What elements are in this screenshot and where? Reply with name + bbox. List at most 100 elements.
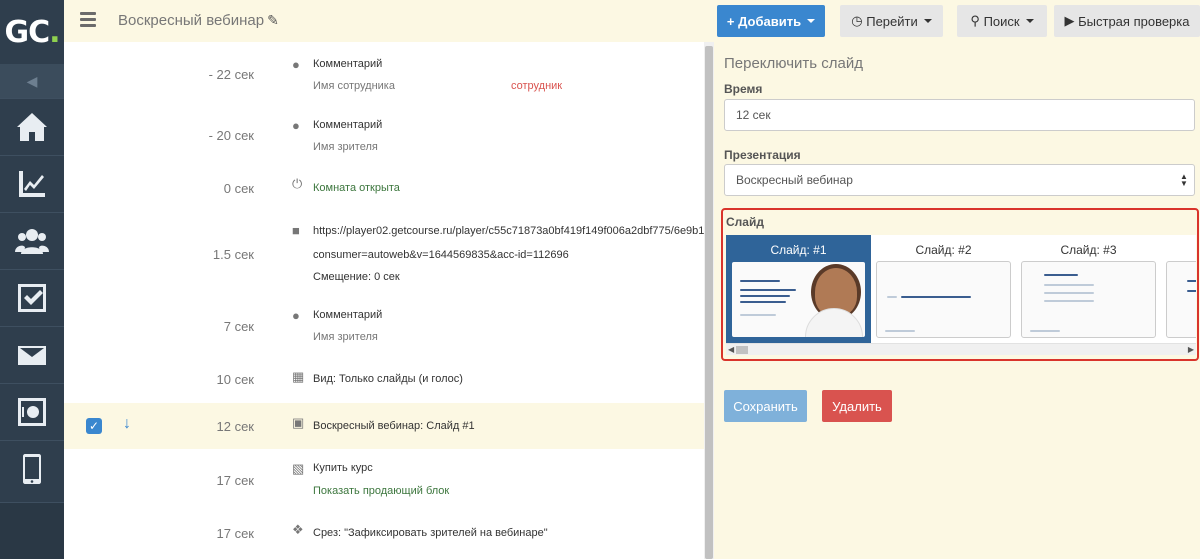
sidebar-item-mobile[interactable] xyxy=(0,440,64,497)
event-row[interactable]: - 20 сек ● Комментарий Имя зрителя xyxy=(64,104,704,166)
event-title: Воскресный вебинар: Слайд #1 xyxy=(313,420,475,432)
slide-name: Слайд: #2 xyxy=(915,243,972,257)
slide-thumbnail xyxy=(1021,261,1156,338)
sidebar-item-stats[interactable] xyxy=(0,155,64,212)
presentation-select[interactable]: Воскресный вебинар ▲ ▼ xyxy=(724,164,1195,196)
slide-strip-scrollbar-thumb[interactable] xyxy=(736,346,748,354)
quick-check-button[interactable]: ▶ Быстрая проверка xyxy=(1054,5,1200,37)
presentation-select-value: Воскресный вебинар xyxy=(736,173,853,187)
checkbox-icon xyxy=(18,284,46,312)
topbar: Воскресный вебинар ✎ + Добавить ◷ Перейти… xyxy=(64,0,1200,42)
event-row[interactable]: 0 сек ⏻ Комната открыта xyxy=(64,166,704,210)
chart-icon xyxy=(19,171,45,197)
logo-text: GC. xyxy=(4,14,60,50)
save-button[interactable]: Сохранить xyxy=(724,390,807,422)
event-time: 17 сек xyxy=(216,473,255,488)
go-button[interactable]: ◷ Перейти xyxy=(840,5,943,37)
event-time: 17 сек xyxy=(216,526,255,541)
event-time: 0 сек xyxy=(223,181,254,196)
event-row[interactable]: 1.5 сек ■ https://player02.getcourse.ru/… xyxy=(64,210,704,306)
pin-icon: ❖ xyxy=(292,522,304,537)
event-time: - 20 сек xyxy=(208,128,254,143)
event-offset: Смещение: 0 сек xyxy=(313,271,400,283)
delete-button[interactable]: Удалить xyxy=(822,390,892,422)
event-subtitle: Имя зрителя xyxy=(313,141,378,153)
event-row[interactable]: - 22 сек ● Комментарий Имя сотрудника со… xyxy=(64,42,704,104)
users-icon xyxy=(15,229,49,254)
presentation-label: Презентация xyxy=(724,148,801,162)
list-scrollbar[interactable] xyxy=(704,42,714,559)
clock-icon: ◷ xyxy=(851,13,863,28)
search-button-label: Поиск xyxy=(983,13,1020,29)
caret-down-icon xyxy=(923,19,932,23)
scroll-left-icon[interactable]: ◀ xyxy=(728,344,734,356)
event-url[interactable]: https://player02.getcourse.ru/player/c55… xyxy=(313,225,704,237)
slide-option-3[interactable]: Слайд: #3 xyxy=(1016,235,1161,343)
event-row[interactable]: 10 сек ▦ Вид: Только слайды (и голос) xyxy=(64,364,704,403)
comment-icon: ● xyxy=(292,308,300,323)
event-subtitle: Имя зрителя xyxy=(313,331,378,343)
quick-check-label: Быстрая проверка xyxy=(1078,13,1190,29)
slide-label: Слайд xyxy=(726,215,764,229)
search-icon: ⚲ xyxy=(970,13,980,28)
go-button-label: Перейти xyxy=(866,13,918,29)
slide-option-1[interactable]: Слайд: #1 xyxy=(726,235,871,343)
event-row[interactable]: 7 сек ● Комментарий Имя зрителя xyxy=(64,306,704,364)
panel-title: Переключить слайд xyxy=(724,55,863,72)
image-icon: ▣ xyxy=(292,415,305,430)
megaphone-icon: ◀ xyxy=(26,72,38,89)
event-row[interactable]: 17 сек ▧ Купить курс Показать продающий … xyxy=(64,449,704,505)
sidebar-item-home[interactable] xyxy=(0,98,64,155)
sidebar-item-sales[interactable] xyxy=(0,383,64,440)
time-label: Время xyxy=(724,82,763,96)
event-subtitle: Комната открыта xyxy=(313,182,400,194)
sidebar-item-messages[interactable] xyxy=(0,326,64,383)
event-subtitle: Имя сотрудника xyxy=(313,80,395,92)
plus-icon: + xyxy=(726,13,735,29)
slide-strip-scrollbar[interactable]: ◀ ▶ xyxy=(726,343,1196,355)
event-list: - 22 сек ● Комментарий Имя сотрудника со… xyxy=(64,42,704,559)
employee-tag: сотрудник xyxy=(511,80,563,92)
list-scrollbar-thumb[interactable] xyxy=(705,46,713,559)
slide-name: Слайд: #1 xyxy=(770,243,827,257)
time-input[interactable]: 12 сек xyxy=(724,99,1195,131)
event-time: 1.5 сек xyxy=(212,247,254,262)
comment-icon: ● xyxy=(292,118,300,133)
switch-slide-panel: Переключить слайд Время 12 сек Презентац… xyxy=(714,42,1200,559)
search-button[interactable]: ⚲ Поиск xyxy=(957,5,1047,37)
event-time: - 22 сек xyxy=(208,67,254,82)
slide-thumbnail xyxy=(1166,261,1196,338)
home-icon xyxy=(17,113,47,141)
event-row-selected[interactable]: ✓ ↓ 12 сек ▣ Воскресный вебинар: Слайд #… xyxy=(64,403,704,449)
event-row[interactable]: 17 сек ❖ Срез: "Зафиксировать зрителей н… xyxy=(64,505,704,559)
scroll-right-icon[interactable]: ▶ xyxy=(1188,344,1194,356)
safe-icon xyxy=(18,398,46,426)
sidebar: GC. ◀ xyxy=(0,0,64,559)
page-title-text: Воскресный вебинар xyxy=(118,12,265,29)
video-icon: ■ xyxy=(292,223,300,238)
arrow-down-icon[interactable]: ↓ xyxy=(123,415,131,433)
money-icon: ▧ xyxy=(292,461,305,476)
play-icon: ▶ xyxy=(1064,13,1075,28)
caret-down-icon xyxy=(1025,19,1034,23)
slide-strip: Слайд: #1 Слайд: #2 Слайд: #3 xyxy=(726,235,1196,343)
event-subtitle[interactable]: Показать продающий блок xyxy=(313,485,449,497)
sidebar-collapse-toggle[interactable]: ◀ xyxy=(0,64,64,98)
sidebar-item-tasks[interactable] xyxy=(0,269,64,326)
event-time: 12 сек xyxy=(216,419,255,434)
slide-option-2[interactable]: Слайд: #2 xyxy=(871,235,1016,343)
row-checkbox[interactable]: ✓ xyxy=(86,418,102,434)
mail-icon xyxy=(18,346,46,365)
sidebar-item-users[interactable] xyxy=(0,212,64,269)
slide-thumbnail xyxy=(876,261,1011,338)
hamburger-menu-icon[interactable] xyxy=(80,12,96,27)
add-button[interactable]: + Добавить xyxy=(717,5,825,37)
slide-thumbnail xyxy=(731,261,866,338)
slide-option-4[interactable] xyxy=(1161,235,1196,343)
time-input-value: 12 сек xyxy=(736,108,771,122)
pencil-icon[interactable]: ✎ xyxy=(267,12,279,29)
caret-down-icon xyxy=(807,19,816,23)
comment-icon: ● xyxy=(292,57,300,72)
logo[interactable]: GC. xyxy=(0,0,64,64)
event-title: Купить курс xyxy=(313,462,373,474)
